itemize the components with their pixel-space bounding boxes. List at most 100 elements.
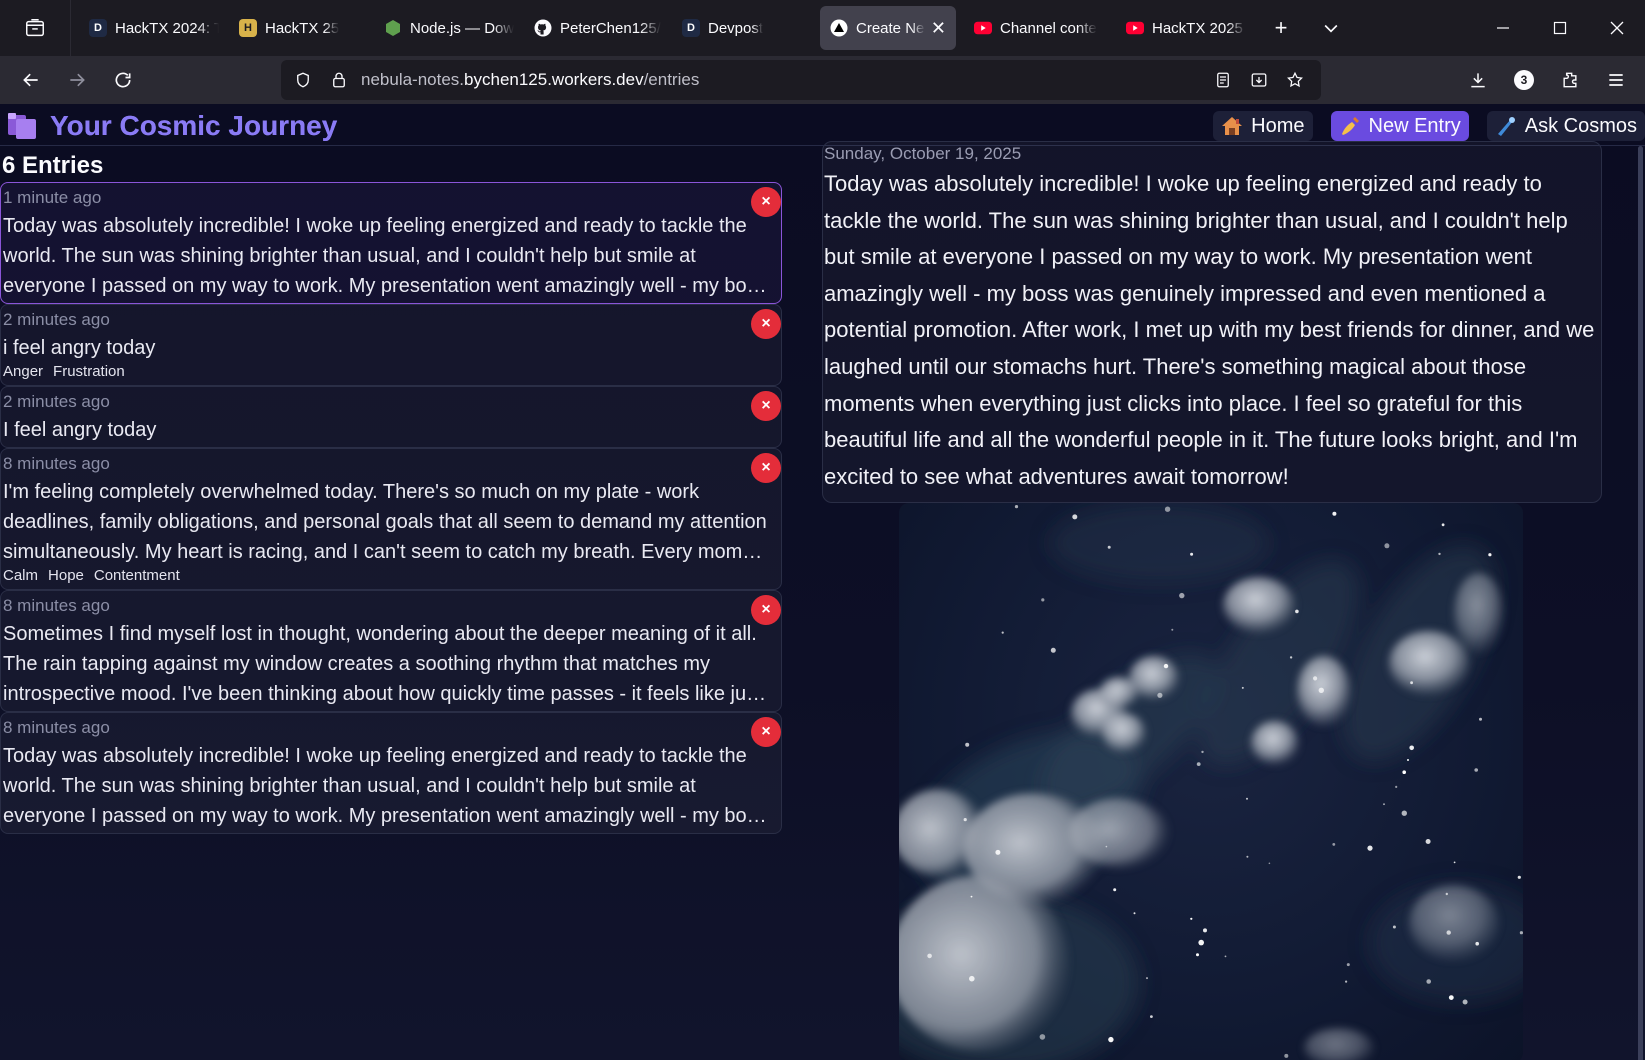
star xyxy=(1425,839,1431,844)
star xyxy=(995,849,1001,855)
star xyxy=(1426,979,1431,984)
tracking-protection-button[interactable] xyxy=(285,60,321,100)
new-tab-button[interactable]: + xyxy=(1256,0,1306,56)
entry-card[interactable]: 8 minutes ago I'm feeling completely ove… xyxy=(0,448,782,590)
star xyxy=(1146,977,1148,980)
arrow-left-icon xyxy=(23,73,38,87)
shield-icon xyxy=(297,72,309,88)
minimize-icon xyxy=(1496,27,1509,29)
delete-entry-button[interactable]: × xyxy=(751,717,781,747)
delete-entry-button[interactable]: × xyxy=(751,391,781,421)
star xyxy=(1196,953,1199,957)
star xyxy=(1517,875,1521,879)
close-tab-icon[interactable]: ✕ xyxy=(931,18,946,39)
star xyxy=(1224,955,1227,958)
star xyxy=(1113,888,1117,892)
emotion-tags: Anger Frustration xyxy=(1,363,781,381)
page-scrollbar[interactable] xyxy=(1638,146,1643,1060)
star xyxy=(1241,686,1244,689)
entry-count: 6 Entries xyxy=(2,152,104,179)
tab-title: HackTX 2024: T xyxy=(115,19,219,37)
back-button[interactable] xyxy=(8,60,54,100)
tab-youtube-hacktx[interactable]: HackTX 2025 - xyxy=(1116,6,1256,50)
tab-github[interactable]: PeterChen125/ xyxy=(524,6,672,50)
account-button[interactable]: 3 xyxy=(1501,60,1547,100)
entry-card[interactable]: 2 minutes ago i feel angry today Anger F… xyxy=(0,304,782,386)
firefox-view-icon xyxy=(26,19,44,37)
tab-devpost[interactable]: D Devpost xyxy=(672,6,812,50)
star xyxy=(965,742,970,747)
star xyxy=(1448,995,1454,1000)
star xyxy=(1318,687,1324,693)
entry-card[interactable]: 8 minutes ago Today was absolutely incre… xyxy=(0,712,782,834)
star xyxy=(963,818,967,822)
close-window-button[interactable] xyxy=(1588,0,1645,56)
brand[interactable]: Your Cosmic Journey xyxy=(6,110,337,142)
emotion-tag: Contentment xyxy=(93,567,180,584)
maximize-icon xyxy=(1553,21,1566,35)
star xyxy=(1346,963,1350,967)
star xyxy=(1488,553,1492,557)
reload-button[interactable] xyxy=(100,60,146,100)
url-bar[interactable]: nebula-notes.bychen125.workers.dev/entri… xyxy=(281,60,1321,100)
maximize-button[interactable] xyxy=(1531,0,1588,56)
save-page-icon xyxy=(1251,73,1267,87)
tab-nodejs[interactable]: Node.js — Dow xyxy=(374,6,524,50)
app-menu-button[interactable] xyxy=(1593,60,1639,100)
entry-card[interactable]: 1 minute ago Today was absolutely incred… xyxy=(0,182,782,304)
star xyxy=(1171,628,1174,631)
minimize-button[interactable] xyxy=(1474,0,1531,56)
web-content: Your Cosmic Journey Home New Entry Ask C… xyxy=(0,104,1645,1060)
save-to-pocket-button[interactable] xyxy=(1241,60,1277,100)
nebula-visualization[interactable] xyxy=(899,503,1523,1060)
delete-entry-button[interactable]: × xyxy=(751,453,781,483)
list-all-tabs-button[interactable] xyxy=(1306,0,1356,56)
forward-button[interactable] xyxy=(54,60,100,100)
tab-title: HackTX 25 xyxy=(265,19,340,37)
nav-home[interactable]: Home xyxy=(1213,111,1313,141)
star xyxy=(1289,656,1293,659)
bookmark-button[interactable] xyxy=(1277,60,1313,100)
emotion-tag: Hope xyxy=(48,567,84,584)
url-text[interactable]: nebula-notes.bychen125.workers.dev/entri… xyxy=(361,70,699,90)
star xyxy=(1453,861,1456,864)
url-path: /entries xyxy=(643,70,700,89)
delete-entry-button[interactable]: × xyxy=(751,187,781,217)
journal-icon xyxy=(6,111,38,141)
star xyxy=(1179,592,1185,599)
reader-view-button[interactable] xyxy=(1205,60,1241,100)
star xyxy=(1164,506,1171,512)
close-icon: × xyxy=(761,723,771,740)
tab-title: Node.js — Dow xyxy=(410,19,514,37)
tab-strip: D HackTX 2024: T H HackTX 25 Node.js — D… xyxy=(0,0,1645,56)
extensions-button[interactable] xyxy=(1547,60,1593,100)
star xyxy=(1014,505,1019,509)
star xyxy=(1407,759,1409,761)
entry-card[interactable]: 8 minutes ago Sometimes I find myself lo… xyxy=(0,590,782,712)
nav-ask-cosmos[interactable]: Ask Cosmos xyxy=(1486,111,1645,141)
downloads-button[interactable] xyxy=(1455,60,1501,100)
site-info-button[interactable] xyxy=(321,60,357,100)
star xyxy=(1201,750,1204,754)
star xyxy=(1475,941,1479,946)
star xyxy=(1001,631,1004,634)
entry-time: 1 minute ago xyxy=(3,188,102,207)
entry-card[interactable]: 2 minutes ago I feel angry today × xyxy=(0,386,782,448)
star xyxy=(1441,523,1445,527)
nextjs-icon xyxy=(830,19,848,37)
hacktx-icon: H xyxy=(239,19,257,37)
star xyxy=(1345,980,1348,983)
navigation-toolbar: nebula-notes.bychen125.workers.dev/entri… xyxy=(0,56,1645,104)
delete-entry-button[interactable]: × xyxy=(751,309,781,339)
delete-entry-button[interactable]: × xyxy=(751,595,781,625)
devpost-icon: D xyxy=(89,19,107,37)
close-icon xyxy=(1610,21,1623,35)
tab-youtube-channel[interactable]: Channel conte xyxy=(964,6,1116,50)
star xyxy=(1410,681,1413,685)
nav-new-entry[interactable]: New Entry xyxy=(1330,111,1469,141)
firefox-view-button[interactable] xyxy=(0,0,70,56)
tab-create-next-app[interactable]: Create Next ✕ xyxy=(820,6,956,50)
tab-hacktx-2024[interactable]: D HackTX 2024: T xyxy=(79,6,229,50)
tab-hacktx-25[interactable]: H HackTX 25 xyxy=(229,6,374,50)
hamburger-menu-icon xyxy=(1609,74,1623,86)
